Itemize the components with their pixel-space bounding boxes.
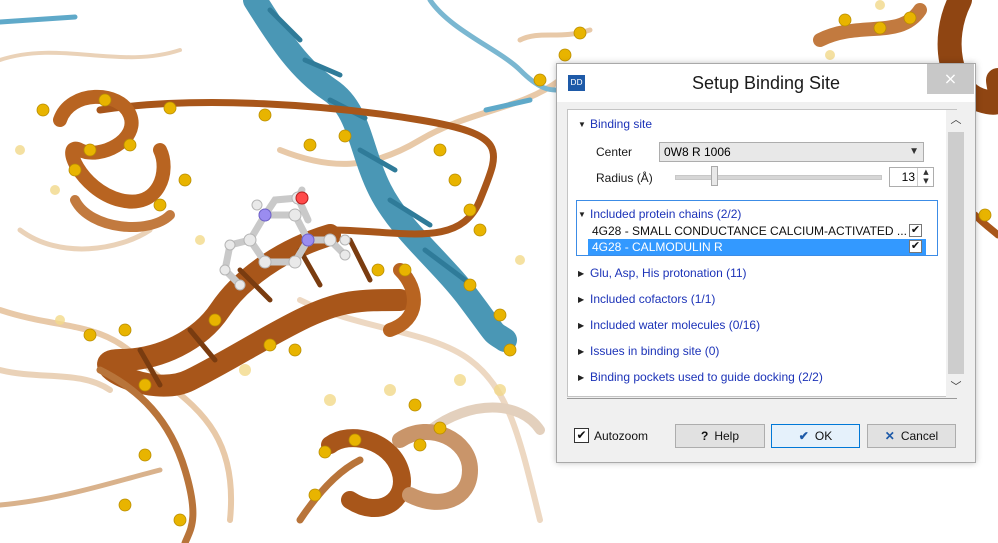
setup-binding-site-dialog: DD Setup Binding Site × ▼ Binding site Ce… (556, 63, 976, 463)
collapsed-triangle-icon: ▶ (578, 373, 585, 382)
settings-panel: ▼ Binding site Center 0W8 R 1006 ▼ Radius … (567, 109, 966, 398)
expanded-triangle-icon: ▼ (578, 210, 586, 219)
arrow-up-icon[interactable]: ▲ (918, 168, 934, 177)
x-cross-icon: ✕ (884, 429, 895, 443)
section-label: Included cofactors (1/1) (590, 292, 716, 306)
radius-value: 13 (901, 170, 915, 184)
radius-stepper-arrows[interactable]: ▲ ▼ (917, 168, 934, 186)
center-value: 0W8 R 1006 (664, 145, 731, 159)
collapsed-triangle-icon: ▶ (578, 321, 585, 330)
section-label: Binding pockets used to guide docking (2… (590, 370, 823, 384)
radius-slider-track[interactable] (675, 175, 882, 180)
section-water-molecules[interactable]: ▶ Included water molecules (0/16) (578, 318, 760, 332)
close-button[interactable]: × (927, 64, 974, 94)
arrow-down-icon[interactable]: ▼ (918, 177, 934, 186)
cancel-button[interactable]: ✕ Cancel (867, 424, 956, 448)
chain-label: 4G28 - CALMODULIN R (592, 240, 723, 254)
close-icon: × (943, 69, 958, 88)
expanded-triangle-icon: ▼ (578, 120, 586, 129)
autozoom-label: Autozoom (594, 429, 649, 443)
ok-label: OK (814, 429, 833, 443)
center-dropdown[interactable]: 0W8 R 1006 ▼ (659, 142, 924, 162)
chain-row-selected[interactable]: 4G28 - CALMODULIN R ✔ (588, 239, 926, 255)
chain-label: 4G28 - SMALL CONDUCTANCE CALCIUM-ACTIVAT… (592, 224, 907, 238)
help-label: Help (714, 429, 740, 443)
section-label: Included water molecules (0/16) (590, 318, 761, 332)
section-cofactors[interactable]: ▶ Included cofactors (1/1) (578, 292, 715, 306)
chain-checkbox[interactable]: ✔ (909, 240, 922, 253)
scrollbar-thumb[interactable] (948, 132, 964, 374)
dialog-titlebar[interactable]: DD Setup Binding Site × (557, 64, 975, 102)
question-mark-icon: ? (700, 429, 709, 443)
section-binding-pockets[interactable]: ▶ Binding pockets used to guide docking (… (578, 370, 823, 384)
cancel-label: Cancel (900, 429, 939, 443)
section-label: Included protein chains (2/2) (590, 207, 742, 221)
dialog-title: Setup Binding Site (691, 73, 841, 93)
chain-checkbox[interactable]: ✔ (909, 224, 922, 237)
center-label-text: Center (596, 145, 633, 159)
section-protein-chains[interactable]: ▼ Included protein chains (2/2) (578, 207, 741, 221)
section-label: Binding site (590, 117, 653, 131)
scroll-down-arrow-icon[interactable]: ﹀ (946, 377, 966, 397)
section-issues[interactable]: ▶ Issues in binding site (0) (578, 344, 719, 358)
help-button[interactable]: ? Help (675, 424, 765, 448)
footer-divider (567, 398, 957, 399)
chain-row[interactable]: 4G28 - SMALL CONDUCTANCE CALCIUM-ACTIVAT… (588, 223, 926, 239)
collapsed-triangle-icon: ▶ (578, 347, 585, 356)
autozoom-checkbox[interactable]: ✔ (574, 428, 589, 443)
section-label: Glu, Asp, His protonation (11) (590, 266, 747, 280)
radius-label: Radius (Å) (596, 171, 653, 185)
vertical-scrollbar[interactable]: ︿ ﹀ (946, 110, 966, 398)
scroll-up-arrow-icon[interactable]: ︿ (946, 110, 966, 130)
ok-button[interactable]: ✔ OK (771, 424, 860, 448)
collapsed-triangle-icon: ▶ (578, 295, 585, 304)
collapsed-triangle-icon: ▶ (578, 269, 585, 278)
checkmark-icon: ✔ (798, 429, 809, 443)
section-label: Issues in binding site (0) (590, 344, 720, 358)
chevron-down-icon: ▼ (909, 146, 919, 157)
section-binding-site[interactable]: ▼ Binding site (578, 117, 652, 131)
section-protonation[interactable]: ▶ Glu, Asp, His protonation (11) (578, 266, 747, 280)
radius-slider-handle[interactable] (711, 166, 718, 186)
